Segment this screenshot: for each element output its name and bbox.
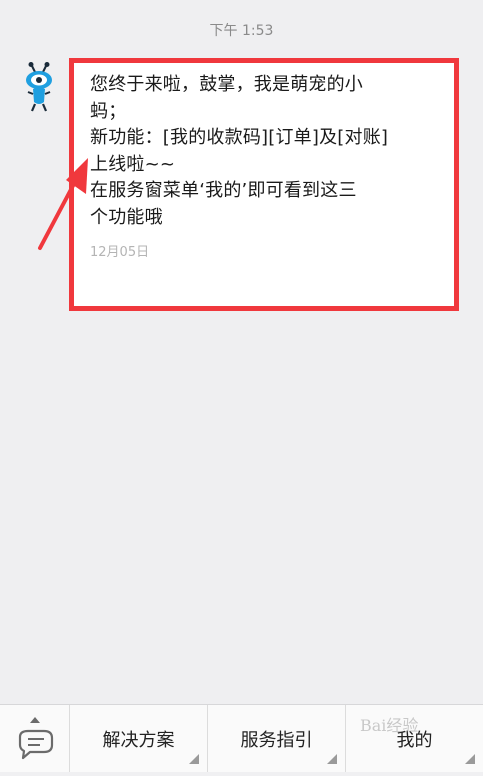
service-menu-bar: 解决方案 服务指引 我的 [0,704,483,772]
submenu-corner-icon [327,754,337,764]
message-line: 您终于来啦，鼓掌，我是萌宠的小 [90,74,363,95]
message-bubble[interactable]: 您终于来啦，鼓掌，我是萌宠的小 蚂； 新功能：[我的收款码][订单]及[对账] … [90,72,445,260]
submenu-corner-icon [189,754,199,764]
chat-screen: 下午 1:53 您终于来啦，鼓掌，我是萌宠的小 蚂； 新功能：[我的收款码][订… [0,0,483,772]
menu-item-mine[interactable]: 我的 [346,705,483,772]
message-date: 12月05日 [90,245,150,260]
chat-keyboard-icon[interactable] [0,705,70,772]
menu-item-service-guide[interactable]: 服务指引 [208,705,346,772]
ant-mascot-icon[interactable] [18,62,62,112]
submenu-corner-icon [465,754,475,764]
message-line: 在服务窗菜单‘我的’即可看到这三 [90,180,357,201]
message-line: 个功能哦 [90,206,163,228]
menu-item-label: 服务指引 [240,729,313,751]
annotation-arrow-icon [38,158,88,250]
menu-item-label: 我的 [396,729,433,751]
menu-item-solutions[interactable]: 解决方案 [70,705,208,772]
message-timestamp: 下午 1:53 [209,23,274,39]
message-line: 新功能：[我的收款码][订单]及[对账] [90,127,389,148]
message-line: 上线啦~~ [90,153,176,175]
message-line: 蚂； [90,100,127,122]
menu-item-label: 解决方案 [102,729,175,751]
